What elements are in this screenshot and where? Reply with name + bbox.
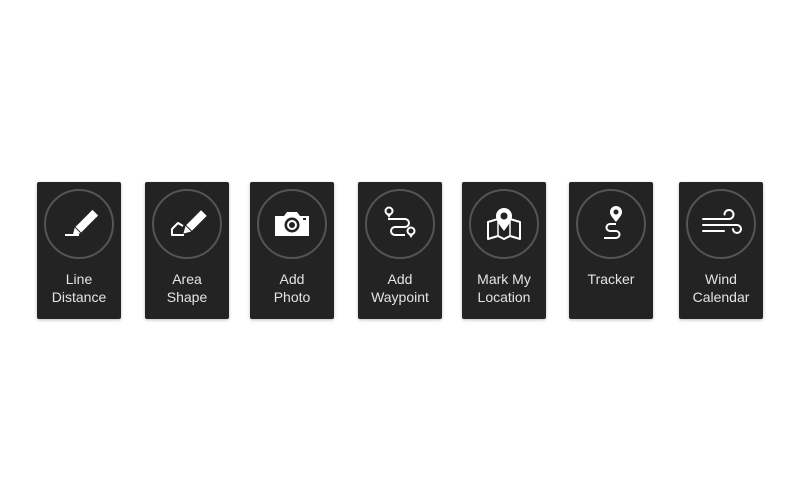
line-distance-button[interactable]: Line Distance: [37, 182, 121, 319]
line-distance-label: Line Distance: [51, 271, 107, 305]
add-photo-icon-ring: [257, 189, 327, 259]
area-shape-icon-ring: [152, 189, 222, 259]
wind-icon: [702, 209, 742, 234]
tracker-button[interactable]: Tracker: [569, 182, 653, 319]
waypoint-route-icon: [384, 206, 416, 238]
add-photo-label: Add Photo: [273, 271, 311, 305]
add-waypoint-button[interactable]: Add Waypoint: [358, 182, 442, 319]
wind-calendar-button[interactable]: Wind Calendar: [679, 182, 763, 319]
camera-icon: [275, 212, 309, 236]
add-waypoint-label: Add Waypoint: [371, 271, 429, 305]
pencil-line-icon: [65, 209, 99, 236]
area-shape-button[interactable]: Area Shape: [145, 182, 229, 319]
add-waypoint-icon-ring: [365, 189, 435, 259]
tracker-icon-ring: [576, 189, 646, 259]
area-shape-label: Area Shape: [166, 271, 208, 305]
mark-my-location-button[interactable]: Mark My Location: [462, 182, 546, 319]
mark-my-location-icon-ring: [469, 189, 539, 259]
tracker-path-icon: [604, 206, 622, 239]
add-photo-button[interactable]: Add Photo: [250, 182, 334, 319]
tool-strip: Line Distance Area Shape Add Photo Add W…: [0, 0, 800, 500]
wind-calendar-icon-ring: [686, 189, 756, 259]
map-pin-icon: [487, 208, 521, 240]
pencil-area-icon: [171, 210, 207, 236]
tracker-label: Tracker: [587, 271, 635, 287]
wind-calendar-label: Wind Calendar: [692, 271, 750, 305]
mark-my-location-label: Mark My Location: [477, 271, 531, 305]
line-distance-icon-ring: [44, 189, 114, 259]
